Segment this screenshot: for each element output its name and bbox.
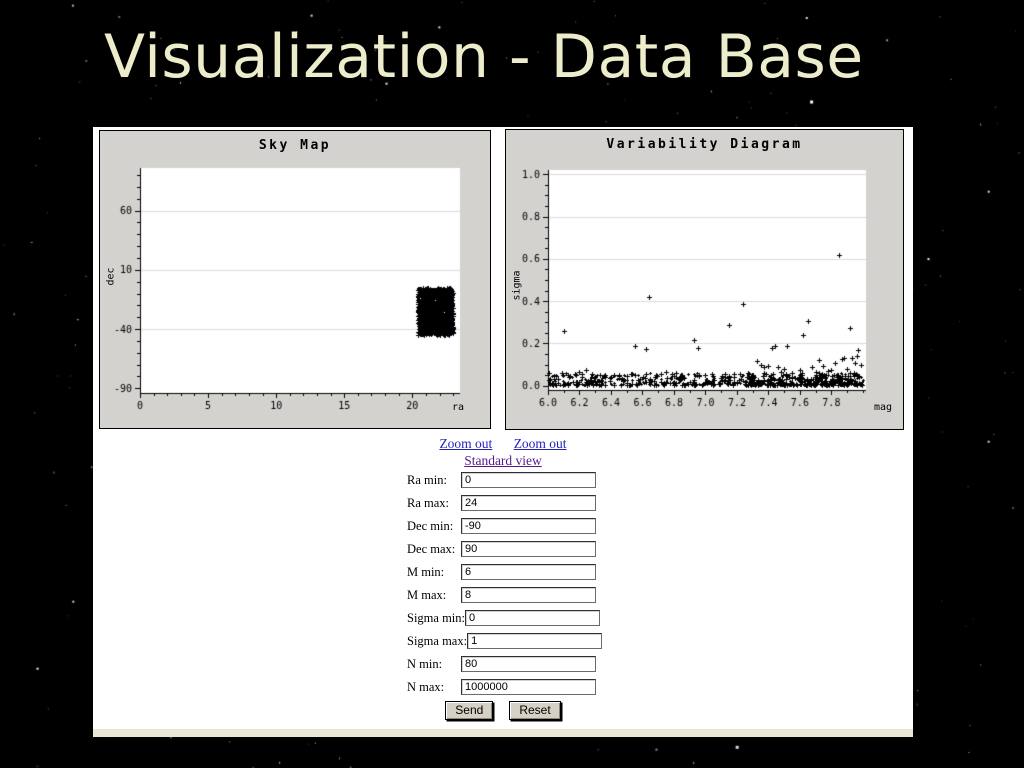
view-links: Zoom out Zoom out Standard view bbox=[93, 435, 913, 469]
send-button[interactable]: Send bbox=[445, 701, 494, 720]
variability-y-axis-label: sigma bbox=[511, 270, 523, 301]
sigma-min-label: Sigma min: bbox=[407, 610, 465, 625]
sky-map-plot-canvas bbox=[100, 131, 490, 428]
form-row-dec-min: Dec min: bbox=[407, 517, 599, 535]
m-max-input[interactable] bbox=[461, 587, 596, 603]
form-row-m-max: M max: bbox=[407, 586, 599, 604]
standard-view-link[interactable]: Standard view bbox=[464, 453, 542, 468]
slide-title: Visualization - Data Base bbox=[104, 22, 864, 92]
sigma-max-input[interactable] bbox=[467, 633, 603, 649]
browser-page: Sky Map ra dec Variability Diagram mag s… bbox=[93, 127, 913, 737]
form-buttons: Send Reset bbox=[93, 701, 913, 720]
ra-max-label: Ra max: bbox=[407, 495, 450, 510]
n-max-input[interactable] bbox=[461, 679, 596, 695]
sigma-min-input[interactable] bbox=[465, 610, 600, 626]
query-form: Ra min: Ra max: Dec min: Dec max: M min: M ma… bbox=[93, 471, 913, 720]
form-row-sigma-max: Sigma max: bbox=[407, 632, 603, 650]
standard-view-row: Standard view bbox=[93, 452, 913, 469]
variability-diagram-title: Variability Diagram bbox=[606, 137, 803, 152]
form-row-ra-max: Ra max: bbox=[407, 494, 599, 512]
form-row-ra-min: Ra min: bbox=[407, 471, 599, 489]
sky-map-x-axis-label: ra bbox=[451, 402, 464, 413]
query-form-rows: Ra min: Ra max: Dec min: Dec max: M min: M ma… bbox=[407, 471, 603, 696]
form-row-n-min: N min: bbox=[407, 655, 599, 673]
form-row-dec-max: Dec max: bbox=[407, 540, 599, 558]
n-min-input[interactable] bbox=[461, 656, 596, 672]
n-min-label: N min: bbox=[407, 656, 443, 671]
variability-diagram-panel: Variability Diagram mag sigma bbox=[505, 129, 904, 430]
ra-min-label: Ra min: bbox=[407, 472, 447, 487]
zoom-links-row: Zoom out Zoom out bbox=[93, 435, 913, 452]
zoom-out-link-1[interactable]: Zoom out bbox=[439, 436, 492, 451]
m-max-label: M max: bbox=[407, 587, 447, 602]
sky-map-y-axis-label: dec bbox=[105, 267, 117, 286]
m-min-input[interactable] bbox=[461, 564, 596, 580]
form-row-n-max: N max: bbox=[407, 678, 599, 696]
dec-min-input[interactable] bbox=[461, 518, 596, 534]
variability-plot-canvas bbox=[506, 130, 903, 429]
sigma-max-label: Sigma max: bbox=[407, 633, 468, 648]
reset-button[interactable]: Reset bbox=[509, 701, 561, 720]
dec-max-label: Dec max: bbox=[407, 541, 456, 556]
zoom-out-link-2[interactable]: Zoom out bbox=[514, 436, 567, 451]
ra-min-input[interactable] bbox=[461, 472, 596, 488]
n-max-label: N max: bbox=[407, 679, 445, 694]
form-row-sigma-min: Sigma min: bbox=[407, 609, 600, 627]
variability-x-axis-label: mag bbox=[873, 402, 892, 413]
m-min-label: M min: bbox=[407, 564, 445, 579]
dec-min-label: Dec min: bbox=[407, 518, 454, 533]
form-row-m-min: M min: bbox=[407, 563, 599, 581]
sky-map-panel: Sky Map ra dec bbox=[99, 130, 491, 429]
dec-max-input[interactable] bbox=[461, 541, 596, 557]
ra-max-input[interactable] bbox=[461, 495, 596, 511]
sky-map-title: Sky Map bbox=[258, 138, 332, 153]
